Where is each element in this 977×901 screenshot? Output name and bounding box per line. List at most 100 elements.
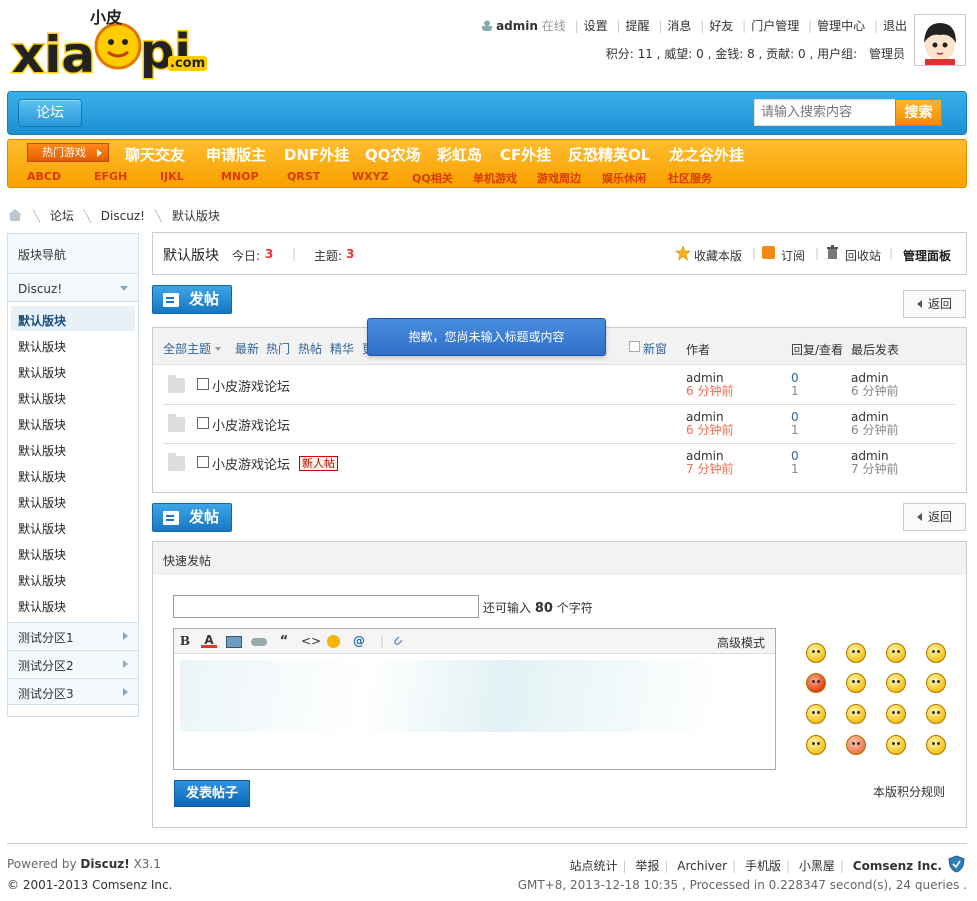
hot-link-1[interactable]: 聊天交友 (125, 144, 185, 165)
smiley-icon[interactable] (806, 735, 826, 755)
hot-sub-11[interactable]: 社区服务 (668, 170, 712, 186)
thread-author[interactable]: admin (686, 371, 724, 385)
smiley-icon[interactable] (886, 704, 906, 724)
crumb-forum[interactable]: 论坛 (50, 209, 74, 223)
image-icon[interactable] (226, 636, 242, 648)
hot-sub-9[interactable]: 游戏周边 (537, 170, 581, 186)
submit-post-button[interactable]: 发表帖子 (174, 780, 250, 807)
hot-sub-2[interactable]: EFGH (94, 170, 127, 183)
sidebar-zone-2[interactable]: 测试分区2 (8, 650, 138, 677)
shield-icon[interactable] (948, 855, 965, 873)
site-logo[interactable]: xia pi 小皮 .com (8, 4, 220, 86)
avatar[interactable] (914, 14, 966, 66)
sidebar-item[interactable]: 默认版块 (18, 572, 66, 589)
discuz-link[interactable]: Discuz! (80, 857, 129, 871)
smiley-icon[interactable] (806, 704, 826, 724)
filter-all[interactable]: 全部主题 (163, 340, 221, 357)
smiley-icon[interactable] (806, 643, 826, 663)
hot-link-5[interactable]: 彩虹岛 (437, 144, 482, 165)
admin-center-link[interactable]: 管理中心 (817, 19, 865, 33)
smiley-icon[interactable] (926, 735, 946, 755)
blacklist-link[interactable]: 小黑屋 (799, 859, 835, 873)
sidebar-item[interactable]: 默认版块 (18, 598, 66, 615)
hot-link-3[interactable]: DNF外挂 (284, 144, 349, 165)
smiley-icon[interactable] (886, 673, 906, 693)
new-window-checkbox[interactable] (629, 341, 640, 352)
sidebar-item[interactable]: 默认版块 (18, 442, 66, 459)
sidebar-item[interactable]: 默认版块 (18, 338, 66, 355)
sidebar-item[interactable]: 默认版块 (18, 364, 66, 381)
sidebar-item[interactable]: 默认版块 (18, 390, 66, 407)
search-input[interactable] (754, 99, 896, 126)
filter-digest[interactable]: 精华 (330, 340, 354, 357)
advanced-mode-link[interactable]: 高级模式 (717, 634, 765, 651)
sidebar-group-discuz[interactable]: Discuz! (8, 275, 138, 302)
post-title-input[interactable] (173, 595, 479, 618)
hot-sub-8[interactable]: 单机游戏 (473, 170, 517, 186)
settings-link[interactable]: 设置 (584, 19, 608, 33)
thread-checkbox[interactable] (197, 378, 209, 390)
portal-admin-link[interactable]: 门户管理 (751, 19, 799, 33)
hot-sub-7[interactable]: QQ相关 (412, 170, 453, 186)
hot-sub-6[interactable]: WXYZ (352, 170, 389, 183)
at-icon[interactable]: @ (351, 634, 367, 649)
report-link[interactable]: 举报 (635, 859, 659, 873)
mobile-link[interactable]: 手机版 (745, 859, 781, 873)
remind-link[interactable]: 提醒 (626, 19, 650, 33)
sidebar-item[interactable]: 默认版块 (18, 520, 66, 537)
logout-link[interactable]: 退出 (883, 19, 907, 33)
hot-games-label[interactable]: 热门游戏 (27, 143, 109, 162)
smiley-icon[interactable] (846, 643, 866, 663)
hot-link-2[interactable]: 申请版主 (206, 144, 266, 165)
filter-hot[interactable]: 热门 (266, 340, 290, 357)
hot-link-4[interactable]: QQ农场 (365, 144, 421, 165)
back-button-bottom[interactable]: 返回 (903, 503, 966, 531)
last-author[interactable]: admin (851, 371, 889, 385)
hot-link-8[interactable]: 龙之谷外挂 (669, 144, 744, 165)
new-post-button-bottom[interactable]: 发帖 (152, 503, 232, 532)
link-icon[interactable] (251, 638, 267, 646)
sidebar-item-active[interactable]: 默认版块 (11, 306, 135, 331)
credit-rules-link[interactable]: 本版积分规则 (873, 783, 945, 800)
smiley-icon[interactable] (926, 673, 946, 693)
blush-icon[interactable] (846, 735, 866, 755)
code-icon[interactable]: <> (301, 634, 321, 649)
search-button[interactable]: 搜索 (895, 99, 942, 126)
thread-title[interactable]: 小皮游戏论坛 (212, 454, 290, 473)
hot-sub-10[interactable]: 娱乐休闲 (602, 170, 646, 186)
angry-icon[interactable] (806, 673, 826, 693)
thread-checkbox[interactable] (197, 417, 209, 429)
thread-author[interactable]: admin (686, 410, 724, 424)
thread-checkbox[interactable] (197, 456, 209, 468)
sidebar-item[interactable]: 默认版块 (18, 494, 66, 511)
sidebar-item[interactable]: 默认版块 (18, 416, 66, 433)
crumb-discuz[interactable]: Discuz! (101, 209, 145, 223)
subscribe-link[interactable]: 订阅 (781, 247, 805, 264)
user-group-link[interactable]: 管理员 (869, 47, 905, 61)
smiley-icon[interactable] (846, 673, 866, 693)
thread-title[interactable]: 小皮游戏论坛 (212, 415, 290, 434)
favorite-board-link[interactable]: 收藏本版 (694, 247, 742, 264)
message-link[interactable]: 消息 (667, 19, 691, 33)
thread-title[interactable]: 小皮游戏论坛 (212, 376, 290, 395)
last-author[interactable]: admin (851, 449, 889, 463)
sidebar-zone-1[interactable]: 测试分区1 (8, 622, 138, 649)
company-link[interactable]: Comsenz Inc. (92, 878, 172, 892)
font-color-icon[interactable]: A (201, 634, 217, 648)
new-post-button[interactable]: 发帖 (152, 285, 232, 314)
smiley-icon[interactable] (926, 704, 946, 724)
thread-author[interactable]: admin (686, 449, 724, 463)
hot-link-6[interactable]: CF外挂 (500, 144, 551, 165)
hot-sub-1[interactable]: ABCD (27, 170, 61, 183)
smiley-icon[interactable] (926, 643, 946, 663)
nav-forum-button[interactable]: 论坛 (18, 99, 82, 127)
smiley-icon[interactable] (886, 643, 906, 663)
sidebar-item[interactable]: 默认版块 (18, 468, 66, 485)
hot-link-7[interactable]: 反恐精英OL (568, 144, 650, 165)
comsenz-link[interactable]: Comsenz Inc. (853, 859, 942, 873)
filter-newest[interactable]: 最新 (235, 340, 259, 357)
back-button[interactable]: 返回 (903, 290, 966, 318)
sidebar-zone-3[interactable]: 测试分区3 (8, 678, 138, 705)
home-icon[interactable] (7, 208, 23, 222)
filter-hot-threads[interactable]: 热帖 (298, 340, 322, 357)
